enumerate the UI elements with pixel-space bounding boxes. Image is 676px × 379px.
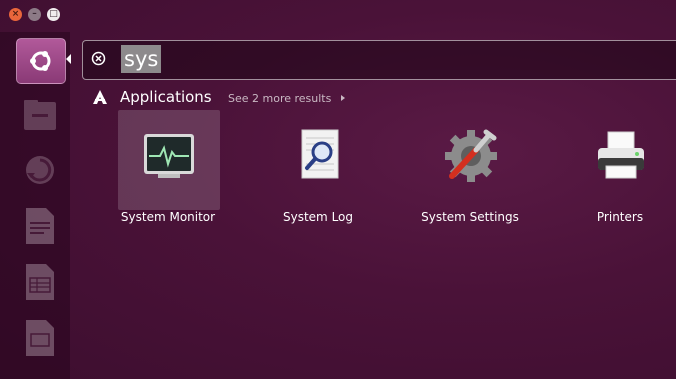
launcher-software-updater-icon[interactable]	[22, 150, 58, 190]
chevron-right-icon[interactable]	[341, 95, 345, 101]
system-log-icon	[301, 129, 339, 179]
applications-category-icon	[93, 90, 107, 104]
top-bar: × – □	[0, 0, 676, 32]
launcher-active-arrow-icon	[66, 54, 71, 64]
system-settings-icon	[445, 129, 497, 182]
app-system-settings[interactable]: System Settings	[416, 112, 524, 224]
app-label: System Monitor	[120, 210, 216, 224]
close-icon: ×	[11, 9, 20, 19]
app-label: Printers	[596, 210, 644, 224]
dash-home-button[interactable]	[16, 38, 66, 84]
app-printers[interactable]: Printers	[566, 112, 674, 224]
app-system-log[interactable]: System Log	[264, 112, 372, 224]
category-title: Applications	[120, 88, 212, 106]
close-button[interactable]: ×	[9, 8, 22, 21]
ubuntu-logo-icon	[30, 51, 51, 71]
search-field[interactable]	[82, 40, 676, 80]
app-system-monitor[interactable]: System Monitor	[114, 110, 222, 224]
printers-icon	[598, 131, 644, 179]
system-monitor-icon	[144, 134, 194, 178]
app-label: System Log	[283, 210, 353, 224]
launcher-impress-icon[interactable]	[22, 318, 58, 358]
minimize-icon: –	[32, 9, 37, 19]
minimize-button[interactable]: –	[28, 8, 41, 21]
maximize-button[interactable]: □	[47, 8, 60, 21]
search-input[interactable]: sys	[121, 45, 162, 73]
launcher-calc-icon[interactable]	[22, 262, 58, 302]
see-more-results-link[interactable]: See 2 more results	[228, 92, 331, 105]
maximize-icon: □	[49, 9, 58, 19]
clear-search-icon[interactable]	[90, 50, 106, 66]
launcher-files-icon[interactable]	[22, 96, 58, 136]
launcher-writer-icon[interactable]	[22, 206, 58, 246]
app-label: System Settings	[421, 210, 519, 224]
